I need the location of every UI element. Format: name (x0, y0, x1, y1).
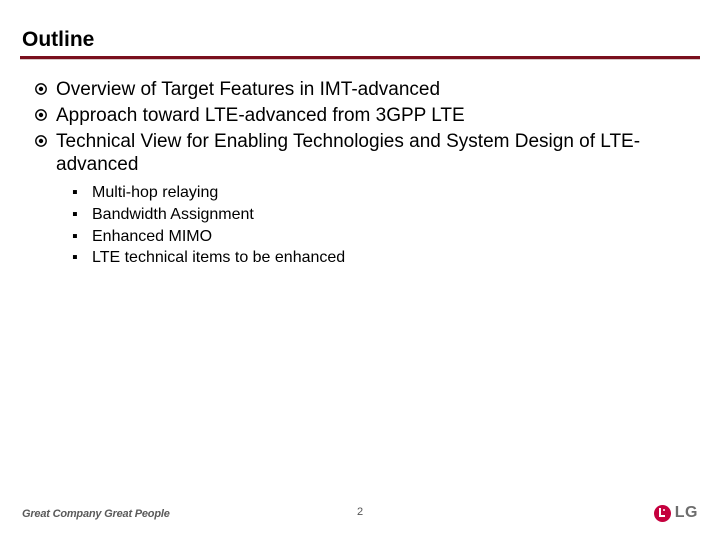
brand-logo-text: LG (675, 504, 698, 522)
bullet-text: Overview of Target Features in IMT-advan… (56, 78, 440, 102)
lg-face-icon (654, 505, 671, 522)
content-area: Overview of Target Features in IMT-advan… (20, 60, 700, 269)
slide-title: Outline (22, 28, 94, 52)
sub-bullet-group: ▪ Multi-hop relaying ▪ Bandwidth Assignm… (34, 183, 690, 269)
bullet-item: Technical View for Enabling Technologies… (34, 130, 690, 178)
bullet-text: Approach toward LTE-advanced from 3GPP L… (56, 104, 465, 128)
brand-logo: LG (654, 504, 698, 522)
circle-dot-icon (34, 82, 48, 96)
sub-bullet-item: ▪ Enhanced MIMO (72, 227, 690, 248)
footer-tagline: Great Company Great People (22, 508, 170, 520)
sub-bullet-text: LTE technical items to be enhanced (92, 248, 345, 269)
sub-bullet-text: Enhanced MIMO (92, 227, 212, 248)
footer: Great Company Great People 2 LG (0, 498, 720, 520)
square-bullet-icon: ▪ (72, 248, 86, 269)
square-bullet-icon: ▪ (72, 205, 86, 226)
circle-dot-icon (34, 134, 48, 148)
bullet-text: Technical View for Enabling Technologies… (56, 130, 690, 178)
square-bullet-icon: ▪ (72, 183, 86, 204)
bullet-item: Approach toward LTE-advanced from 3GPP L… (34, 104, 690, 128)
bullet-item: Overview of Target Features in IMT-advan… (34, 78, 690, 102)
square-bullet-icon: ▪ (72, 227, 86, 248)
sub-bullet-text: Bandwidth Assignment (92, 205, 254, 226)
circle-dot-icon (34, 108, 48, 122)
sub-bullet-item: ▪ LTE technical items to be enhanced (72, 248, 690, 269)
slide: Outline Overview of Target Features in I… (0, 0, 720, 540)
page-number: 2 (357, 506, 363, 518)
sub-bullet-item: ▪ Bandwidth Assignment (72, 205, 690, 226)
sub-bullet-text: Multi-hop relaying (92, 183, 218, 204)
title-row: Outline (20, 28, 700, 52)
sub-bullet-item: ▪ Multi-hop relaying (72, 183, 690, 204)
